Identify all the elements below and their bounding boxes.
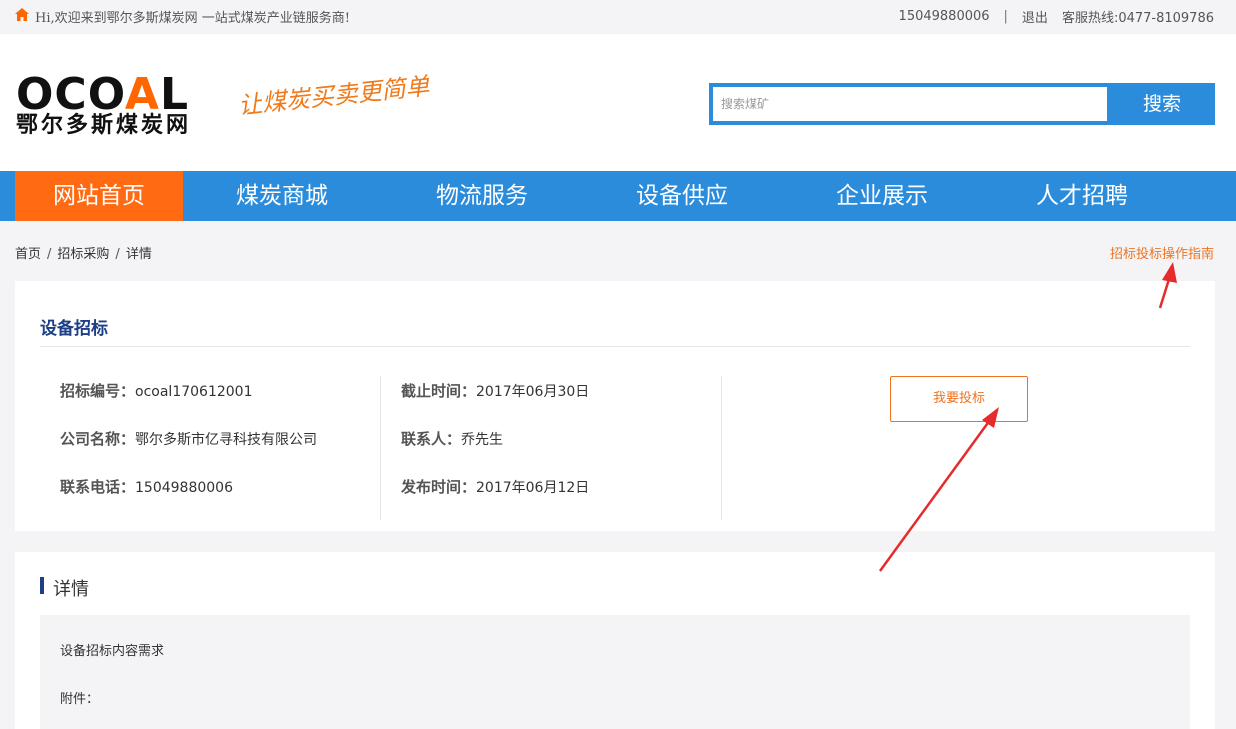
publish-date-value: 2017年06月12日: [476, 480, 590, 496]
bid-number-value: ocoal170612001: [135, 384, 253, 400]
nav-item-jobs[interactable]: 人才招聘: [998, 171, 1166, 221]
publish-date-label: 发布时间：: [401, 478, 477, 496]
column-divider: [380, 376, 381, 520]
tender-info-panel: 设备招标 招标编号：ocoal170612001 公司名称：鄂尔多斯市亿寻科技有…: [15, 281, 1215, 531]
company-field: 公司名称：鄂尔多斯市亿寻科技有限公司: [60, 428, 317, 449]
greeting-text: Hi,欢迎来到鄂尔多斯煤炭网 一站式煤炭产业链服务商!: [35, 11, 350, 26]
deadline-value: 2017年06月30日: [476, 384, 590, 400]
nav-item-home[interactable]: 网站首页: [15, 171, 183, 221]
breadcrumb: 首页 / 招标采购 / 详情: [15, 243, 152, 262]
greeting: Hi,欢迎来到鄂尔多斯煤炭网 一站式煤炭产业链服务商!: [15, 7, 350, 26]
deadline-field: 截止时间：2017年06月30日: [401, 380, 589, 401]
submit-bid-button[interactable]: 我要投标: [890, 376, 1028, 422]
divider: [40, 346, 1190, 347]
bid-number-label: 招标编号：: [60, 382, 136, 400]
breadcrumb-home[interactable]: 首页: [15, 247, 41, 262]
contact-value: 乔先生: [461, 432, 504, 448]
phone-value: 15049880006: [135, 480, 233, 496]
site-logo[interactable]: OCOAL 鄂尔多斯煤炭网: [16, 69, 206, 138]
search-button[interactable]: 搜索: [1109, 83, 1215, 125]
logo-chinese-name: 鄂尔多斯煤炭网: [16, 113, 192, 138]
slogan: 让煤炭买卖更简单: [236, 71, 431, 120]
nav-item-logistics[interactable]: 物流服务: [398, 171, 566, 221]
nav-item-coal-mall[interactable]: 煤炭商城: [198, 171, 366, 221]
breadcrumb-current: 详情: [125, 247, 152, 262]
user-phone-link[interactable]: 15049880006: [899, 9, 990, 24]
search-bar: 搜索: [709, 83, 1215, 125]
column-divider: [721, 376, 722, 520]
attachment-label: 附件：: [60, 692, 100, 707]
phone-label: 联系电话：: [60, 478, 136, 496]
phone-field: 联系电话：15049880006: [60, 476, 233, 497]
section-marker: [40, 577, 44, 594]
deadline-label: 截止时间：: [401, 382, 477, 400]
breadcrumb-separator: /: [115, 247, 120, 262]
nav-item-companies[interactable]: 企业展示: [798, 171, 966, 221]
home-icon[interactable]: [15, 8, 29, 25]
detail-content: 设备招标内容需求: [60, 644, 165, 659]
main-nav: 网站首页 煤炭商城 物流服务 设备供应 企业展示 人才招聘: [0, 171, 1236, 221]
service-hotline: 客服热线:0477-8109786: [1061, 11, 1214, 26]
tender-title: 设备招标: [40, 319, 108, 339]
detail-body: 设备招标内容需求 附件：: [40, 615, 1190, 729]
search-input[interactable]: [713, 87, 1107, 121]
contact-field: 联系人：乔先生: [401, 428, 503, 449]
detail-title: 详情: [53, 579, 89, 600]
topbar-divider: |: [1003, 9, 1008, 24]
company-value: 鄂尔多斯市亿寻科技有限公司: [135, 432, 318, 448]
site-header: OCOAL 鄂尔多斯煤炭网 让煤炭买卖更简单 搜索: [0, 34, 1236, 171]
bid-number-field: 招标编号：ocoal170612001: [60, 380, 252, 401]
top-bar: Hi,欢迎来到鄂尔多斯煤炭网 一站式煤炭产业链服务商! 15049880006 …: [0, 0, 1236, 34]
breadcrumb-separator: /: [47, 247, 52, 262]
breadcrumb-tenders[interactable]: 招标采购: [57, 247, 109, 262]
detail-panel: 详情 设备招标内容需求 附件：: [15, 552, 1215, 729]
company-label: 公司名称：: [60, 430, 136, 448]
publish-date-field: 发布时间：2017年06月12日: [401, 476, 589, 497]
logout-link[interactable]: 退出: [1022, 7, 1048, 26]
nav-item-equipment[interactable]: 设备供应: [598, 171, 766, 221]
logo-wordmark: OCOAL: [16, 69, 190, 120]
tender-guide-link[interactable]: 招标投标操作指南: [1110, 243, 1214, 262]
contact-label: 联系人：: [401, 430, 462, 448]
